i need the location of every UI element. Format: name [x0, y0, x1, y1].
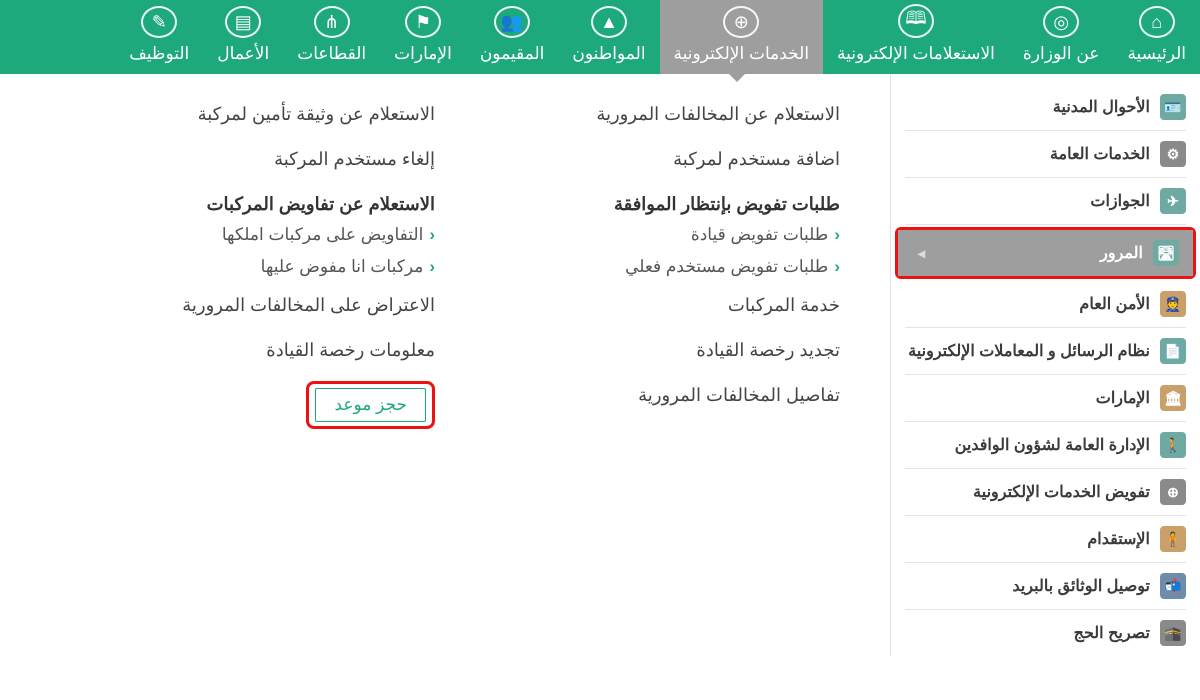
- nav-item-2[interactable]: 🕮 الاستعلامات الإلكترونية: [823, 0, 1009, 74]
- sidebar-icon: 📄: [1160, 338, 1186, 364]
- sidebar-item-2[interactable]: ✈ الجوازات: [891, 178, 1200, 224]
- nav-icon: ▲: [591, 6, 627, 38]
- service-sublink[interactable]: التفاويض على مركبات املكها: [90, 219, 435, 251]
- sidebar-label: الإدارة العامة لشؤون الوافدين: [955, 435, 1150, 455]
- nav-label: الاستعلامات الإلكترونية: [837, 44, 995, 64]
- nav-label: التوظيف: [129, 44, 189, 64]
- nav-icon: ⊕: [723, 6, 759, 38]
- nav-label: عن الوزارة: [1023, 44, 1100, 64]
- sidebar-icon: ⚙: [1160, 141, 1186, 167]
- sidebar-icon: 🚶: [1160, 432, 1186, 458]
- sidebar-label: الأمن العام: [1079, 294, 1150, 314]
- sidebar-item-0[interactable]: 🪪 الأحوال المدنية: [891, 84, 1200, 130]
- top-nav: ⌂ الرئيسية ◎ عن الوزارة 🕮 الاستعلامات الإلكتر…: [0, 0, 1200, 74]
- service-sublink[interactable]: مركبات انا مفوض عليها: [90, 251, 435, 283]
- sidebar-label: الإمارات: [1096, 388, 1150, 408]
- nav-label: المقيمون: [480, 44, 545, 64]
- sidebar-item-4[interactable]: 👮 الأمن العام: [891, 281, 1200, 327]
- services-column-2: الاستعلام عن وثيقة تأمين لمركبةإلغاء مست…: [60, 92, 465, 656]
- highlight-selected-sidebar: 🛣 المرور ◂: [895, 227, 1196, 279]
- nav-icon: 👥: [494, 6, 530, 38]
- nav-icon: ⚑: [405, 6, 441, 38]
- sidebar-item-9[interactable]: 🧍 الإستقدام: [891, 516, 1200, 562]
- sidebar-item-10[interactable]: 📬 توصيل الوثائق بالبريد: [891, 563, 1200, 609]
- service-sublink[interactable]: طلبات تفويض قيادة: [495, 219, 840, 251]
- nav-label: الرئيسية: [1127, 44, 1186, 64]
- nav-icon: ⌂: [1139, 6, 1175, 38]
- nav-label: المواطنون: [572, 44, 645, 64]
- sidebar-label: تصريح الحج: [1074, 623, 1150, 643]
- sidebar-icon: 👮: [1160, 291, 1186, 317]
- service-link[interactable]: اضافة مستخدم لمركبة: [495, 137, 840, 182]
- nav-item-9[interactable]: ✎ التوظيف: [115, 0, 203, 74]
- service-link[interactable]: إلغاء مستخدم المركبة: [90, 137, 435, 182]
- nav-icon: 🕮: [898, 4, 934, 38]
- nav-item-4[interactable]: ▲ المواطنون: [558, 0, 659, 74]
- sidebar-icon: 📬: [1160, 573, 1186, 599]
- service-sublink[interactable]: طلبات تفويض مستخدم فعلي: [495, 251, 840, 283]
- sidebar-label: الخدمات العامة: [1050, 144, 1150, 164]
- nav-item-5[interactable]: 👥 المقيمون: [466, 0, 559, 74]
- sidebar-item-1[interactable]: ⚙ الخدمات العامة: [891, 131, 1200, 177]
- sidebar-icon: 🧍: [1160, 526, 1186, 552]
- sidebar-icon: 🕋: [1160, 620, 1186, 646]
- sidebar-icon: ⊕: [1160, 479, 1186, 505]
- service-group-header: طلبات تفويض بإنتظار الموافقة: [495, 182, 840, 219]
- sidebar-icon: 🪪: [1160, 94, 1186, 120]
- nav-icon: ◎: [1043, 6, 1079, 38]
- sidebar-item-8[interactable]: ⊕ تفويض الخدمات الإلكترونية: [891, 469, 1200, 515]
- sidebar-label: الإستقدام: [1087, 529, 1150, 549]
- sidebar-label: الجوازات: [1090, 191, 1150, 211]
- nav-icon: ⋔: [314, 6, 350, 38]
- sidebar-item-6[interactable]: 🏛 الإمارات: [891, 375, 1200, 421]
- chevron-left-icon: ◂: [918, 245, 925, 262]
- nav-label: القطاعات: [297, 44, 366, 64]
- sidebar: 🪪 الأحوال المدنية ⚙ الخدمات العامة ✈ الجوازات…: [890, 74, 1200, 656]
- sidebar-label: المرور: [1100, 243, 1143, 263]
- service-link[interactable]: الاستعلام عن وثيقة تأمين لمركبة: [90, 92, 435, 137]
- nav-item-6[interactable]: ⚑ الإمارات: [380, 0, 466, 74]
- sidebar-icon: ✈: [1160, 188, 1186, 214]
- service-link[interactable]: الاستعلام عن المخالفات المرورية: [495, 92, 840, 137]
- sidebar-item-5[interactable]: 📄 نظام الرسائل و المعاملات الإلكترونية: [891, 328, 1200, 374]
- content-area: الاستعلام عن المخالفات المروريةاضافة مست…: [0, 74, 890, 656]
- nav-item-8[interactable]: ▤ الأعمال: [203, 0, 283, 74]
- divider: [905, 224, 1186, 225]
- nav-item-3[interactable]: ⊕ الخدمات الإلكترونية: [660, 0, 824, 74]
- sidebar-label: الأحوال المدنية: [1053, 97, 1150, 117]
- service-link[interactable]: تفاصيل المخالفات المرورية: [495, 373, 840, 418]
- service-link[interactable]: معلومات رخصة القيادة: [90, 328, 435, 373]
- sidebar-label: توصيل الوثائق بالبريد: [1012, 576, 1150, 596]
- nav-label: الخدمات الإلكترونية: [674, 44, 810, 64]
- book-appointment-button[interactable]: حجز موعد: [315, 388, 426, 422]
- sidebar-item-7[interactable]: 🚶 الإدارة العامة لشؤون الوافدين: [891, 422, 1200, 468]
- service-link[interactable]: الاعتراض على المخالفات المرورية: [90, 283, 435, 328]
- sidebar-label: تفويض الخدمات الإلكترونية: [973, 482, 1150, 502]
- service-link[interactable]: خدمة المركبات: [495, 283, 840, 328]
- sidebar-icon: 🛣: [1153, 240, 1179, 266]
- nav-label: الإمارات: [394, 44, 452, 64]
- sidebar-label: نظام الرسائل و المعاملات الإلكترونية: [908, 341, 1150, 361]
- nav-item-1[interactable]: ◎ عن الوزارة: [1009, 0, 1114, 74]
- sidebar-item-3[interactable]: 🛣 المرور ◂: [898, 230, 1193, 276]
- highlight-book-button: حجز موعد: [306, 381, 435, 429]
- nav-item-0[interactable]: ⌂ الرئيسية: [1113, 0, 1200, 74]
- nav-icon: ▤: [225, 6, 261, 38]
- sidebar-icon: 🏛: [1160, 385, 1186, 411]
- services-column-1: الاستعلام عن المخالفات المروريةاضافة مست…: [465, 92, 870, 656]
- sidebar-item-11[interactable]: 🕋 تصريح الحج: [891, 610, 1200, 656]
- nav-label: الأعمال: [217, 44, 269, 64]
- nav-icon: ✎: [141, 6, 177, 38]
- service-link[interactable]: تجديد رخصة القيادة: [495, 328, 840, 373]
- service-group-header: الاستعلام عن تفاويض المركبات: [90, 182, 435, 219]
- nav-item-7[interactable]: ⋔ القطاعات: [283, 0, 380, 74]
